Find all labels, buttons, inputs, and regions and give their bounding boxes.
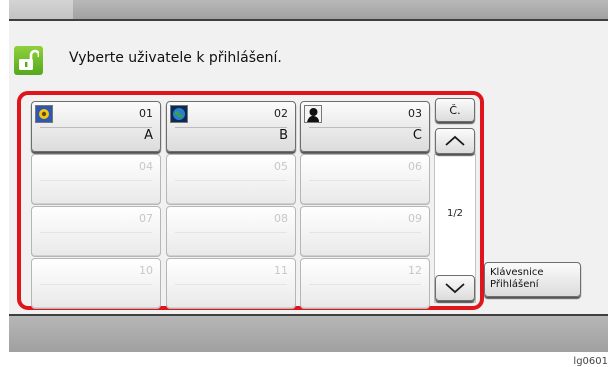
divider-line	[175, 180, 287, 181]
keyboard-login-label-line2: Přihlášení	[490, 279, 539, 290]
bottom-bar	[9, 314, 608, 352]
user-button-07[interactable]: 07	[31, 206, 161, 257]
user-number: 06	[408, 160, 422, 173]
user-number: 02	[274, 107, 288, 120]
user-button-09[interactable]: 09	[300, 206, 430, 257]
chevron-down-icon	[445, 283, 465, 294]
page-indicator: 1/2	[446, 208, 464, 219]
keyboard-login-button[interactable]: Klávesnice Přihlášení	[484, 262, 581, 297]
top-bar	[9, 0, 608, 21]
user-number: 09	[408, 212, 422, 225]
user-name: C	[412, 128, 422, 143]
divider-line	[309, 180, 421, 181]
globe-avatar-icon	[170, 105, 188, 123]
user-button-01[interactable]: 01 A	[31, 101, 161, 152]
scroll-up-button[interactable]	[435, 128, 475, 154]
user-button-03[interactable]: 03 C	[300, 101, 430, 152]
user-number: 10	[139, 264, 153, 277]
user-number: 11	[274, 264, 288, 277]
user-number: 03	[408, 107, 422, 120]
bottom-bar-divider	[9, 314, 608, 316]
user-number: 04	[139, 160, 153, 173]
user-button-10[interactable]: 10	[31, 258, 161, 309]
user-button-02[interactable]: 02 B	[166, 101, 296, 152]
user-button-05[interactable]: 05	[166, 154, 296, 205]
user-button-11[interactable]: 11	[166, 258, 296, 309]
divider-line	[309, 284, 421, 285]
divider-line	[175, 232, 287, 233]
silhouette-avatar-icon	[304, 105, 322, 123]
user-number: 08	[274, 212, 288, 225]
divider-line	[175, 284, 287, 285]
top-bar-tab	[9, 0, 73, 21]
divider-line	[309, 232, 421, 233]
unlock-icon	[14, 46, 43, 75]
user-number: 01	[139, 107, 153, 120]
divider-line	[175, 127, 287, 128]
user-name: B	[279, 128, 288, 143]
divider-line	[40, 232, 152, 233]
flower-avatar-icon	[35, 105, 53, 123]
user-name: A	[144, 128, 153, 143]
user-button-04[interactable]: 04	[31, 154, 161, 205]
user-button-06[interactable]: 06	[300, 154, 430, 205]
user-button-08[interactable]: 08	[166, 206, 296, 257]
page-title: Vyberte uživatele k přihlášení.	[69, 50, 282, 66]
divider-line	[40, 284, 152, 285]
user-button-12[interactable]: 12	[300, 258, 430, 309]
sort-by-number-button[interactable]: Č.	[435, 98, 475, 122]
user-number: 07	[139, 212, 153, 225]
divider-line	[40, 180, 152, 181]
divider-line	[309, 127, 421, 128]
keyboard-login-label-line1: Klávesnice	[490, 267, 544, 278]
divider-line	[40, 127, 152, 128]
chevron-up-icon	[445, 135, 465, 146]
figure-reference: lg0601	[573, 356, 608, 367]
user-number: 12	[408, 264, 422, 277]
user-number: 05	[274, 160, 288, 173]
scroll-down-button[interactable]	[435, 275, 475, 301]
